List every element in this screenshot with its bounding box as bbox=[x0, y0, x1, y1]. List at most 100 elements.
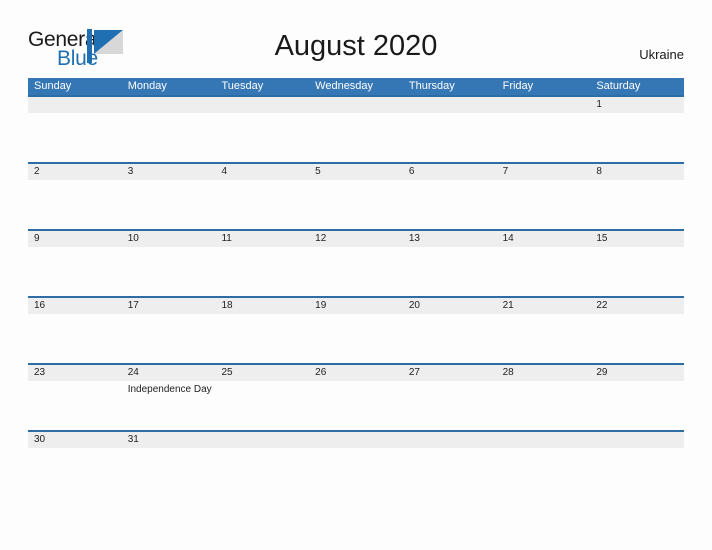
day-cell[interactable] bbox=[122, 113, 216, 162]
day-cell[interactable] bbox=[403, 113, 497, 162]
day-cell[interactable] bbox=[497, 314, 591, 363]
day-cell[interactable]: Independence Day bbox=[122, 381, 216, 430]
day-number[interactable] bbox=[497, 97, 591, 113]
day-cell[interactable] bbox=[403, 381, 497, 430]
day-number[interactable]: 5 bbox=[309, 164, 403, 180]
day-number[interactable]: 13 bbox=[403, 231, 497, 247]
day-number[interactable]: 2 bbox=[28, 164, 122, 180]
day-cell[interactable] bbox=[590, 381, 684, 430]
day-cell[interactable] bbox=[590, 180, 684, 229]
day-number[interactable] bbox=[28, 97, 122, 113]
weekday-header-friday: Friday bbox=[502, 80, 534, 92]
week-event-band: Independence Day bbox=[28, 381, 684, 430]
day-cell[interactable] bbox=[28, 113, 122, 162]
day-number[interactable]: 16 bbox=[28, 298, 122, 314]
day-cell[interactable] bbox=[215, 247, 309, 296]
day-cell[interactable] bbox=[403, 247, 497, 296]
day-number[interactable] bbox=[309, 432, 403, 448]
day-number[interactable]: 17 bbox=[122, 298, 216, 314]
weekday-header-monday: Monday bbox=[127, 80, 167, 92]
day-number[interactable]: 14 bbox=[497, 231, 591, 247]
day-cell[interactable] bbox=[122, 180, 216, 229]
day-cell[interactable] bbox=[215, 448, 309, 457]
week-row: 9 10 11 12 13 14 15 bbox=[28, 229, 684, 296]
day-cell[interactable] bbox=[28, 314, 122, 363]
day-number[interactable]: 12 bbox=[309, 231, 403, 247]
day-cell[interactable] bbox=[28, 247, 122, 296]
day-cell[interactable] bbox=[497, 448, 591, 457]
day-number[interactable] bbox=[309, 97, 403, 113]
day-cell[interactable] bbox=[403, 314, 497, 363]
week-event-band bbox=[28, 180, 684, 229]
day-number[interactable]: 11 bbox=[215, 231, 309, 247]
day-number[interactable]: 15 bbox=[590, 231, 684, 247]
day-cell[interactable] bbox=[497, 113, 591, 162]
weekday-header-thursday: Thursday bbox=[408, 80, 455, 92]
day-number[interactable] bbox=[122, 97, 216, 113]
day-number[interactable] bbox=[215, 432, 309, 448]
day-number[interactable]: 4 bbox=[215, 164, 309, 180]
day-number[interactable]: 1 bbox=[590, 97, 684, 113]
day-cell[interactable] bbox=[403, 180, 497, 229]
page-title: August 2020 bbox=[274, 30, 438, 62]
day-number[interactable]: 18 bbox=[215, 298, 309, 314]
day-cell[interactable] bbox=[215, 314, 309, 363]
day-cell[interactable] bbox=[122, 448, 216, 457]
event-label: Independence Day bbox=[127, 384, 212, 395]
day-number[interactable]: 20 bbox=[403, 298, 497, 314]
day-number[interactable]: 19 bbox=[309, 298, 403, 314]
day-cell[interactable] bbox=[403, 448, 497, 457]
day-cell[interactable] bbox=[497, 180, 591, 229]
day-cell[interactable] bbox=[28, 381, 122, 430]
day-cell[interactable] bbox=[590, 448, 684, 457]
day-number[interactable]: 25 bbox=[215, 365, 309, 381]
day-number[interactable]: 10 bbox=[122, 231, 216, 247]
day-number[interactable] bbox=[403, 432, 497, 448]
day-number[interactable]: 27 bbox=[403, 365, 497, 381]
day-number[interactable]: 6 bbox=[403, 164, 497, 180]
day-cell[interactable] bbox=[497, 381, 591, 430]
day-number[interactable]: 29 bbox=[590, 365, 684, 381]
day-number[interactable]: 23 bbox=[28, 365, 122, 381]
week-event-band bbox=[28, 314, 684, 363]
day-cell[interactable] bbox=[215, 180, 309, 229]
day-number[interactable] bbox=[215, 97, 309, 113]
day-cell[interactable] bbox=[309, 247, 403, 296]
day-cell[interactable] bbox=[590, 314, 684, 363]
day-cell[interactable] bbox=[28, 448, 122, 457]
day-number[interactable] bbox=[497, 432, 591, 448]
day-number[interactable]: 22 bbox=[590, 298, 684, 314]
day-number[interactable]: 3 bbox=[122, 164, 216, 180]
weekday-header-sunday: Sunday bbox=[34, 80, 72, 92]
day-cell[interactable] bbox=[309, 381, 403, 430]
day-cell[interactable] bbox=[215, 381, 309, 430]
day-number[interactable]: 30 bbox=[28, 432, 122, 448]
day-number[interactable]: 28 bbox=[497, 365, 591, 381]
day-number[interactable]: 31 bbox=[122, 432, 216, 448]
day-number[interactable] bbox=[403, 97, 497, 113]
day-number[interactable]: 21 bbox=[497, 298, 591, 314]
day-number[interactable] bbox=[590, 432, 684, 448]
day-cell[interactable] bbox=[28, 180, 122, 229]
day-cell[interactable] bbox=[590, 113, 684, 162]
region-label: Ukraine bbox=[639, 47, 684, 62]
day-cell[interactable] bbox=[215, 113, 309, 162]
week-date-band: 9 10 11 12 13 14 15 bbox=[28, 231, 684, 247]
day-number[interactable]: 8 bbox=[590, 164, 684, 180]
day-cell[interactable] bbox=[497, 247, 591, 296]
day-cell[interactable] bbox=[309, 448, 403, 457]
day-number[interactable]: 7 bbox=[497, 164, 591, 180]
day-cell[interactable] bbox=[122, 247, 216, 296]
week-row: 16 17 18 19 20 21 22 bbox=[28, 296, 684, 363]
day-cell[interactable] bbox=[309, 314, 403, 363]
week-event-band bbox=[28, 448, 684, 457]
day-cell[interactable] bbox=[590, 247, 684, 296]
day-number[interactable]: 9 bbox=[28, 231, 122, 247]
weekday-header-tuesday: Tuesday bbox=[221, 80, 264, 92]
day-number[interactable]: 24 bbox=[122, 365, 216, 381]
day-cell[interactable] bbox=[309, 180, 403, 229]
week-row: 2 3 4 5 6 7 8 bbox=[28, 162, 684, 229]
day-cell[interactable] bbox=[309, 113, 403, 162]
day-cell[interactable] bbox=[122, 314, 216, 363]
day-number[interactable]: 26 bbox=[309, 365, 403, 381]
